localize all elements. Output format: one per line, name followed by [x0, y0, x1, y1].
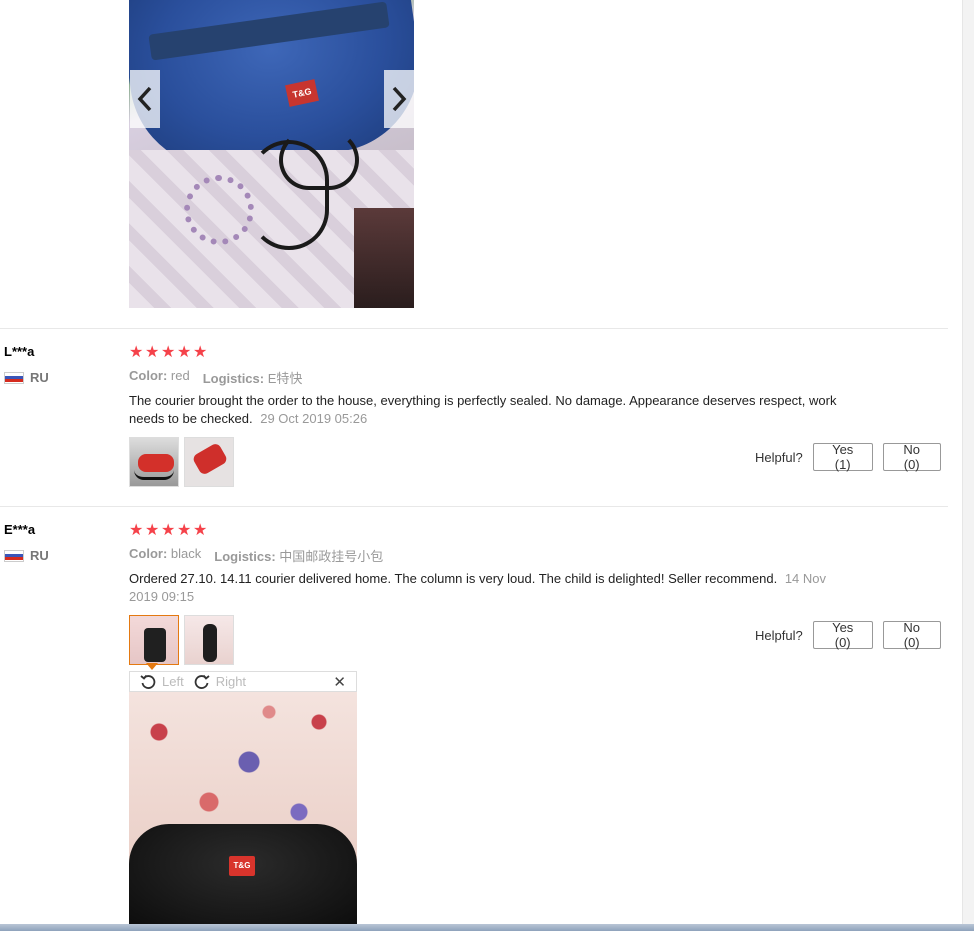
star-icon: ★	[193, 344, 208, 361]
helpful-vote: Helpful? Yes (0) No (0)	[755, 620, 941, 650]
window-bottom-edge	[0, 924, 974, 931]
logistics-label: Logistics:	[202, 371, 265, 386]
star-icon: ★	[177, 522, 192, 539]
rotate-right-icon	[194, 674, 210, 689]
star-icon: ★	[161, 522, 176, 539]
order-info: Color: red Logistics: E特快	[129, 368, 302, 387]
review-text: Ordered 27.10. 14.11 courier delivered h…	[129, 570, 834, 606]
cable	[279, 130, 359, 190]
doily	[184, 175, 254, 245]
review-divider	[0, 506, 948, 507]
helpful-label: Helpful?	[755, 627, 803, 643]
logistics-value: E特快	[267, 371, 303, 386]
russia-flag-icon	[4, 549, 24, 562]
vote-yes-button[interactable]: Yes (0)	[812, 620, 873, 650]
star-icon: ★	[129, 344, 144, 361]
reviewer-country: RU	[4, 370, 49, 385]
helpful-label: Helpful?	[755, 449, 803, 465]
russia-flag-icon	[4, 371, 24, 384]
reviewer-name: E***a	[4, 522, 36, 537]
country-code: RU	[30, 548, 49, 563]
scrollbar-track[interactable]	[962, 0, 974, 931]
chevron-right-icon	[392, 86, 407, 112]
review-text: The courier brought the order to the hou…	[129, 392, 849, 428]
logistics-label: Logistics:	[214, 549, 276, 564]
photo-viewer-toolbar: Left Right ✕	[129, 671, 357, 692]
vote-no-button[interactable]: No (0)	[882, 620, 941, 650]
star-icon: ★	[145, 522, 160, 539]
vote-no-button[interactable]: No (0)	[882, 442, 941, 472]
reviewer-country: RU	[4, 548, 49, 563]
color-label: Color:	[129, 546, 168, 561]
star-icon: ★	[161, 344, 176, 361]
review-photo-thumbnail[interactable]	[129, 615, 179, 665]
review-body: Ordered 27.10. 14.11 courier delivered h…	[129, 571, 778, 586]
star-icon: ★	[129, 522, 144, 539]
country-code: RU	[30, 370, 49, 385]
star-icon: ★	[193, 522, 208, 539]
brand-logo: T&G	[229, 856, 255, 876]
background-object	[354, 208, 414, 308]
review-date: 29 Oct 2019 05:26	[260, 411, 368, 426]
star-icon: ★	[145, 344, 160, 361]
star-rating: ★ ★ ★ ★ ★	[129, 344, 208, 361]
star-rating: ★ ★ ★ ★ ★	[129, 522, 208, 539]
photo-viewer-image: T&G	[129, 692, 357, 924]
color-label: Color:	[129, 368, 168, 383]
rotate-left-label: Left	[162, 674, 184, 689]
rotate-right-button[interactable]: Right	[194, 674, 246, 690]
review-body: The courier brought the order to the hou…	[129, 393, 837, 426]
rotate-left-button[interactable]: Left	[140, 674, 184, 690]
previous-photo-button[interactable]	[130, 70, 160, 128]
rotate-right-label: Right	[215, 674, 247, 689]
review-photo-thumbnail[interactable]	[184, 615, 234, 665]
review-photo-large: T&G	[129, 0, 414, 308]
logistics-value: 中国邮政挂号小包	[279, 549, 384, 564]
chevron-left-icon	[137, 86, 152, 112]
star-icon: ★	[177, 344, 192, 361]
color-value: black	[170, 546, 202, 561]
review-photo-thumbnail[interactable]	[184, 437, 234, 487]
review-photo-thumbnail[interactable]	[129, 437, 179, 487]
close-icon[interactable]: ✕	[333, 673, 346, 691]
order-info: Color: black Logistics: 中国邮政挂号小包	[129, 546, 383, 565]
helpful-vote: Helpful? Yes (1) No (0)	[755, 442, 941, 472]
selected-thumbnail-caret	[146, 663, 158, 670]
next-photo-button[interactable]	[384, 70, 414, 128]
vote-yes-button[interactable]: Yes (1)	[812, 442, 873, 472]
color-value: red	[170, 368, 190, 383]
reviewer-name: L***a	[4, 344, 35, 359]
rotate-left-icon	[140, 674, 156, 689]
review-divider	[0, 328, 948, 329]
